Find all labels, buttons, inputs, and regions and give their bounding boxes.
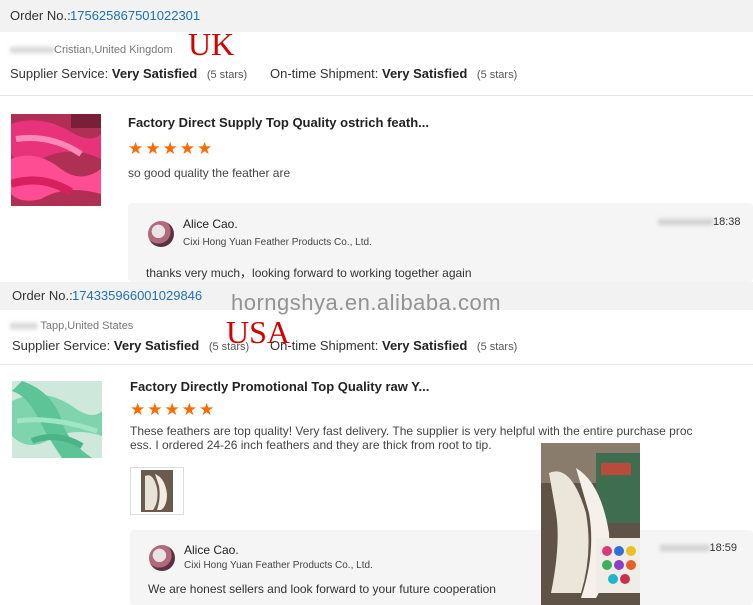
- green-feathers-image: [12, 381, 102, 458]
- review-text-line-2: ess. I ordered 24-26 inch feathers and t…: [130, 438, 492, 452]
- supplier-service-value: Very Satisfied: [113, 338, 200, 353]
- supplier-service-label: Supplier Service:: [12, 338, 111, 353]
- buyer-name: Tapp,United States: [40, 320, 134, 332]
- supplier-service-label: Supplier Service:: [10, 66, 109, 81]
- shipment-label: On-time Shipment:: [270, 66, 379, 81]
- shipment-rating: On-time Shipment: Very Satisfied (5 star…: [270, 338, 517, 353]
- reply-date-blurred: xxxxxxxxxx: [658, 216, 713, 228]
- reply-date-blurred: xxxxxxxxx: [660, 542, 710, 554]
- shipment-value: Very Satisfied: [382, 338, 468, 353]
- order-number-link[interactable]: 175625867501022301: [70, 8, 200, 23]
- overlay-product-photo: [541, 443, 640, 605]
- shipment-rating: On-time Shipment: Very Satisfied (5 star…: [270, 66, 517, 81]
- reply-text: We are honest sellers and look forward t…: [148, 582, 496, 596]
- review-photo-thumbnail[interactable]: [130, 467, 184, 515]
- shipment-label: On-time Shipment:: [270, 338, 379, 353]
- reply-timestamp: xxxxxxxxxx18:38: [658, 216, 741, 228]
- order-header-1: Order No.: 175625867501022301: [0, 0, 753, 32]
- divider: [0, 95, 753, 96]
- supplier-avatar: [148, 221, 174, 247]
- order-number-link[interactable]: 174335966001029846: [72, 288, 202, 303]
- order-label: Order No.:: [10, 8, 71, 23]
- rating-stars: ★★★★★: [128, 139, 215, 158]
- buyer-name-blurred: xxxxxxxx: [10, 44, 54, 56]
- product-image[interactable]: [11, 114, 101, 206]
- supplier-reply-1: Alice Cao. Cixi Hong Yuan Feather Produc…: [128, 203, 753, 282]
- supplier-reply-2: Alice Cao. Cixi Hong Yuan Feather Produc…: [130, 530, 753, 605]
- review-text-line-1: These feathers are top quality! Very fas…: [130, 424, 693, 438]
- reply-author-name: Alice Cao.: [184, 543, 239, 557]
- country-tag-uk: UK: [188, 26, 235, 62]
- review-text: so good quality the feather are: [128, 166, 291, 180]
- divider: [0, 364, 753, 365]
- supplier-service-value: Very Satisfied: [111, 66, 198, 81]
- reply-company-name: Cixi Hong Yuan Feather Products Co., Ltd…: [184, 560, 373, 571]
- buyer-info: xxxxxxxxCristian,United Kingdom: [10, 44, 173, 56]
- buyer-info: xxxxx Tapp,United States: [10, 320, 133, 332]
- shipment-stars: (5 stars): [476, 69, 518, 81]
- supplier-avatar: [149, 545, 175, 571]
- reply-author-name: Alice Cao.: [183, 217, 238, 231]
- buyer-name: Cristian,United Kingdom: [54, 44, 173, 56]
- product-title-link[interactable]: Factory Directly Promotional Top Quality…: [130, 379, 429, 394]
- reply-timestamp: xxxxxxxxx18:59: [660, 542, 737, 554]
- supplier-service-rating: Supplier Service: Very Satisfied (5 star…: [12, 338, 249, 353]
- supplier-service-rating: Supplier Service: Very Satisfied (5 star…: [10, 66, 247, 81]
- rating-stars: ★★★★★: [130, 400, 217, 419]
- shipment-stars: (5 stars): [476, 341, 518, 353]
- reply-company-name: Cixi Hong Yuan Feather Products Co., Ltd…: [183, 237, 372, 248]
- buyer-name-blurred: xxxxx: [10, 320, 38, 332]
- reply-time: 18:38: [713, 216, 741, 228]
- white-feathers-photo: [541, 443, 640, 605]
- product-title-link[interactable]: Factory Direct Supply Top Quality ostric…: [128, 115, 429, 130]
- shipment-value: Very Satisfied: [382, 66, 468, 81]
- reply-text: thanks very much，looking forward to work…: [146, 266, 472, 280]
- photo-thumbnail-image: [141, 470, 173, 512]
- supplier-service-stars: (5 stars): [208, 341, 250, 353]
- supplier-service-stars: (5 stars): [206, 69, 248, 81]
- product-image[interactable]: [12, 381, 102, 458]
- order-label: Order No.:: [12, 288, 73, 303]
- reply-time: 18:59: [709, 542, 738, 554]
- pink-feathers-image: [11, 114, 101, 206]
- watermark: horngshya.en.alibaba.com: [231, 290, 502, 315]
